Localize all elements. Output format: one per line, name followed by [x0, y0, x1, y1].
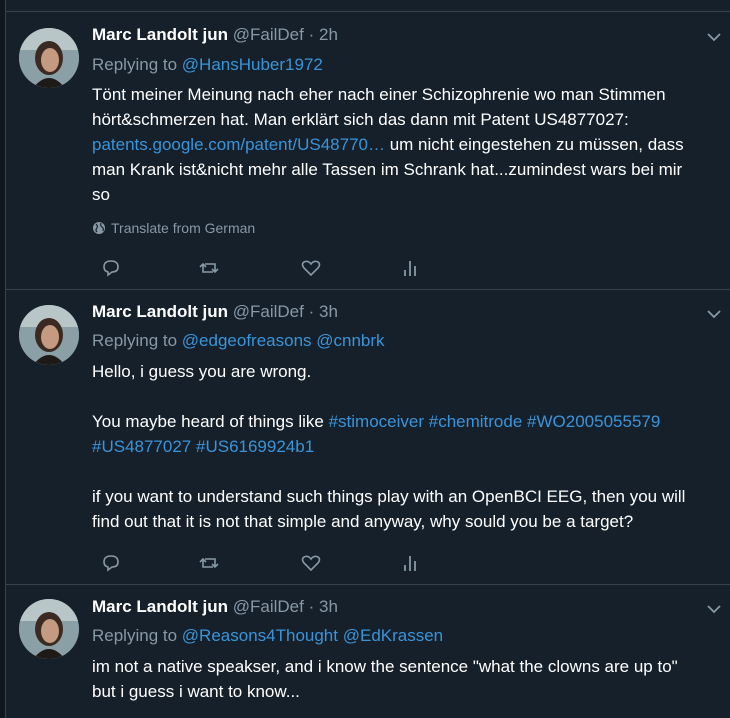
translate-label: Translate from German	[111, 220, 256, 236]
user-handle[interactable]: @FailDef	[233, 302, 304, 321]
hashtag-link[interactable]: #chemitrode	[429, 412, 523, 431]
user-handle[interactable]: @FailDef	[233, 25, 304, 44]
display-name[interactable]: Marc Landolt jun	[92, 25, 228, 44]
text-line: if you want to understand such things pl…	[92, 487, 686, 506]
action-bar	[92, 552, 422, 576]
hashtag-link[interactable]: #US4877027	[92, 437, 191, 456]
tweet-text: im not a native speakser, and i know the…	[92, 654, 723, 704]
chevron-down-icon[interactable]	[706, 601, 722, 617]
replying-label: Replying to	[92, 626, 178, 645]
avatar[interactable]	[19, 305, 79, 365]
chevron-down-icon[interactable]	[706, 306, 722, 322]
replying-to: Replying to @Reasons4Thought @EdKrassen	[92, 625, 443, 647]
avatar[interactable]	[19, 28, 79, 88]
separator-dot: ·	[308, 597, 315, 616]
mention-link[interactable]: @Reasons4Thought	[182, 626, 338, 645]
analytics-icon[interactable]	[399, 257, 421, 279]
timestamp[interactable]: 2h	[319, 25, 338, 44]
hashtag-link[interactable]: #stimoceiver	[329, 412, 424, 431]
tweet-header: Marc Landolt jun @FailDef · 2h	[92, 24, 338, 46]
replying-to: Replying to @edgeofreasons @cnnbrk	[92, 330, 385, 352]
text-line: Tönt meiner Meinung nach eher nach einer…	[92, 85, 666, 104]
globe-icon	[93, 222, 105, 234]
retweet-icon[interactable]	[198, 257, 220, 279]
replying-label: Replying to	[92, 331, 178, 350]
tweet-text: Hello, i guess you are wrong. You maybe …	[92, 359, 723, 534]
mention-link[interactable]: @cnnbrk	[316, 331, 384, 350]
display-name[interactable]: Marc Landolt jun	[92, 597, 228, 616]
tweet[interactable]: Marc Landolt jun @FailDef · 3h Replying …	[6, 290, 730, 585]
text-line: im not a native speakser, and i know the…	[92, 657, 678, 676]
timeline: Marc Landolt jun @FailDef · 2h Replying …	[5, 0, 730, 718]
reply-icon[interactable]	[100, 552, 122, 574]
user-handle[interactable]: @FailDef	[233, 597, 304, 616]
separator-dot: ·	[308, 25, 315, 44]
analytics-icon[interactable]	[399, 552, 421, 574]
action-bar	[92, 257, 422, 281]
text-segment: You maybe heard of things like	[92, 412, 329, 431]
previous-tweet-edge	[6, 0, 730, 12]
url-link[interactable]: patents.google.com/patent/US48770…	[92, 135, 385, 154]
mention-link[interactable]: @edgeofreasons	[182, 331, 312, 350]
reply-icon[interactable]	[100, 257, 122, 279]
chevron-down-icon[interactable]	[706, 29, 722, 45]
tweet[interactable]: Marc Landolt jun @FailDef · 2h Replying …	[6, 12, 730, 290]
like-icon[interactable]	[300, 257, 322, 279]
mention-link[interactable]: @HansHuber1972	[182, 55, 323, 74]
display-name[interactable]: Marc Landolt jun	[92, 302, 228, 321]
tweet-header: Marc Landolt jun @FailDef · 3h	[92, 596, 338, 618]
timestamp[interactable]: 3h	[319, 597, 338, 616]
avatar[interactable]	[19, 599, 79, 659]
mention-link[interactable]: @EdKrassen	[343, 626, 443, 645]
retweet-icon[interactable]	[198, 552, 220, 574]
translate-link[interactable]: Translate from German	[92, 219, 255, 237]
replying-label: Replying to	[92, 55, 178, 74]
text-line: find out that it is not that simple and …	[92, 512, 634, 531]
replying-to: Replying to @HansHuber1972	[92, 54, 323, 76]
timestamp[interactable]: 3h	[319, 302, 338, 321]
text-line: man Krank ist&nicht mehr alle Tassen im …	[92, 160, 683, 179]
text-line: Hello, i guess you are wrong.	[92, 362, 312, 381]
text-segment: um nicht eingestehen zu müssen, dass	[384, 135, 684, 154]
hashtag-link[interactable]: #WO2005055579	[527, 412, 660, 431]
text-line: so	[92, 185, 110, 204]
separator-dot: ·	[308, 302, 315, 321]
tweet-header: Marc Landolt jun @FailDef · 3h	[92, 301, 338, 323]
like-icon[interactable]	[300, 552, 322, 574]
tweet[interactable]: Marc Landolt jun @FailDef · 3h Replying …	[6, 585, 730, 718]
hashtag-link[interactable]: #US6169924b1	[196, 437, 314, 456]
text-line: hört&schmerzen hat. Man erklärt sich das…	[92, 110, 629, 129]
text-line: but i guess i want to know...	[92, 682, 300, 701]
tweet-text: Tönt meiner Meinung nach eher nach einer…	[92, 82, 723, 207]
